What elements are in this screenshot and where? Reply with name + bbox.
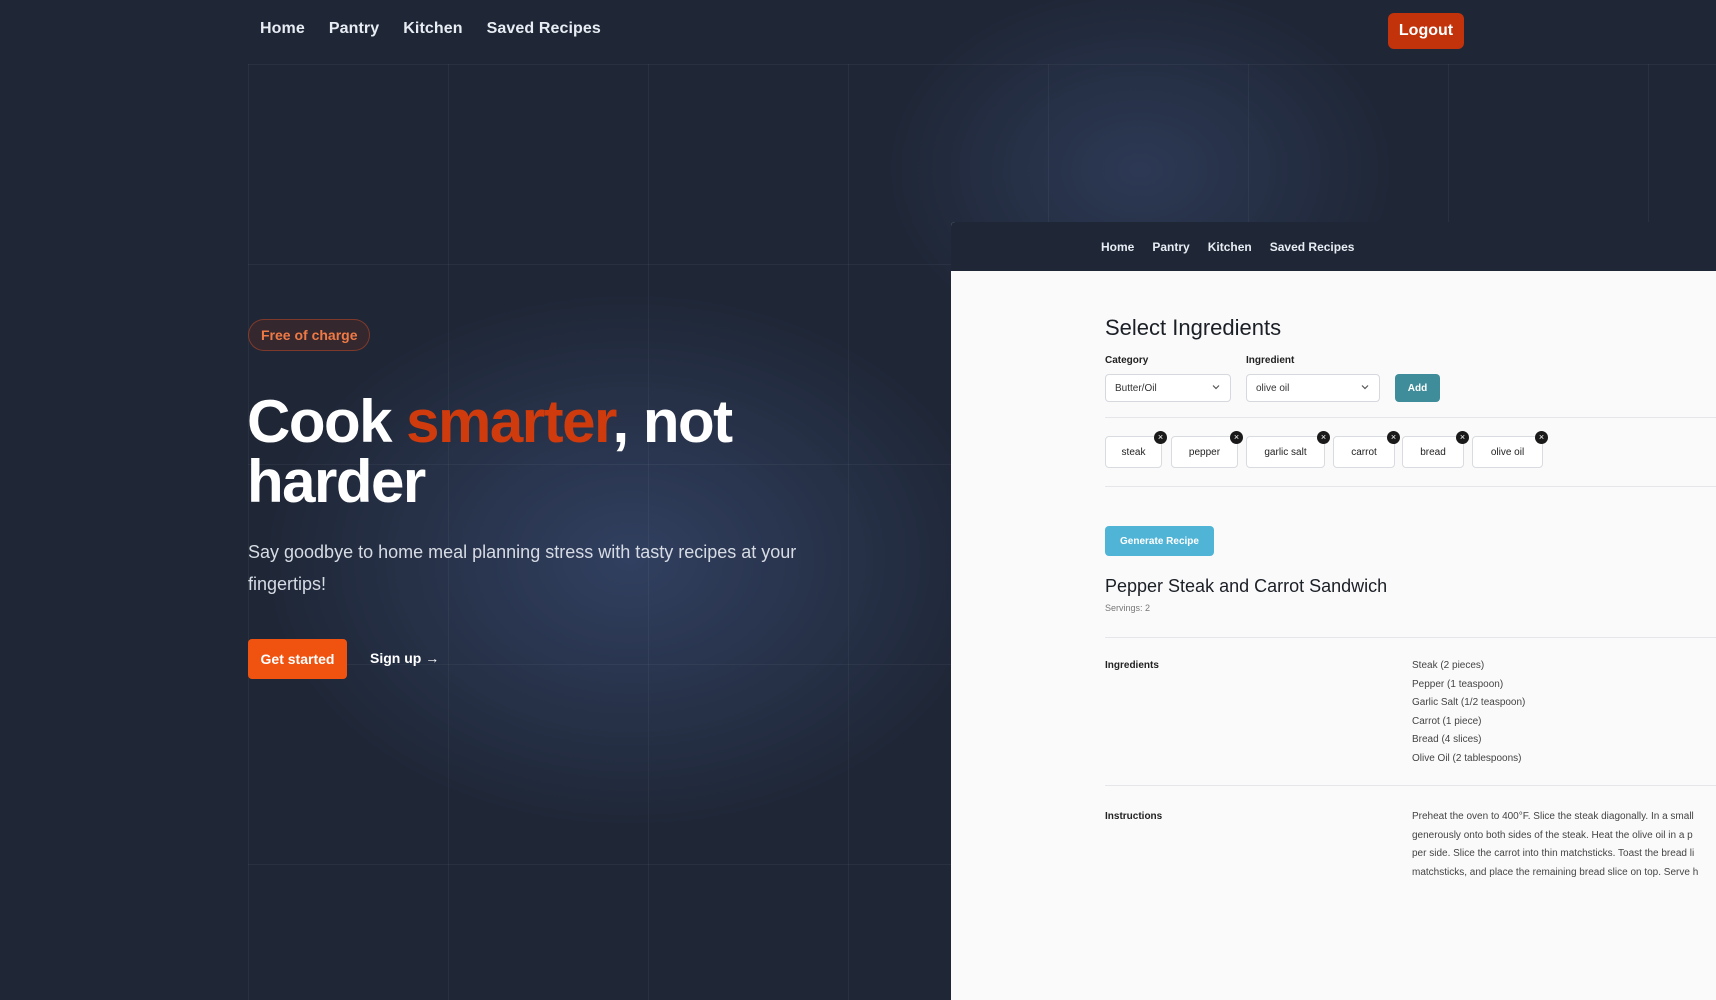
divider — [1105, 785, 1716, 786]
hero-title-part1: Cook — [247, 388, 407, 455]
category-select: Butter/Oil — [1105, 374, 1231, 402]
chip-label: carrot — [1351, 446, 1377, 458]
instructions-label: Instructions — [1105, 811, 1163, 822]
servings-text: Servings: 2 — [1105, 603, 1151, 613]
preview-nav-pantry: Pantry — [1152, 239, 1190, 254]
remove-icon: × — [1535, 431, 1548, 444]
recipe-ingredients-list: Steak (2 pieces) Pepper (1 teaspoon) Gar… — [1412, 657, 1525, 768]
landing-page: Home Pantry Kitchen Saved Recipes Logout… — [0, 0, 1716, 1000]
nav-saved-recipes-link[interactable]: Saved Recipes — [487, 20, 601, 38]
recipe-instructions: Preheat the oven to 400°F. Slice the ste… — [1412, 808, 1716, 882]
add-ingredient-button: Add — [1395, 374, 1440, 402]
nav-kitchen-link[interactable]: Kitchen — [403, 20, 462, 38]
instruction-line: generously onto both sides of the steak.… — [1412, 829, 1693, 841]
chip-label: bread — [1420, 446, 1446, 458]
remove-icon: × — [1317, 431, 1330, 444]
list-item: Olive Oil (2 tablespoons) — [1412, 752, 1522, 764]
preview-nav-saved-recipes: Saved Recipes — [1269, 239, 1355, 254]
recipe-title: Pepper Steak and Carrot Sandwich — [1105, 576, 1388, 596]
ingredients-label: Ingredients — [1105, 660, 1159, 671]
chip-label: olive oil — [1490, 446, 1525, 458]
remove-icon: × — [1456, 431, 1469, 444]
remove-icon: × — [1230, 431, 1243, 444]
hero-title-accent: smarter — [406, 388, 614, 455]
preview-nav-kitchen: Kitchen — [1207, 239, 1252, 254]
app-preview-screenshot: Home Pantry Kitchen Saved Recipes Select… — [951, 222, 1716, 1000]
hero-title: Cook smarter, not harder — [247, 392, 887, 512]
nav-links: Home Pantry Kitchen Saved Recipes — [260, 20, 601, 38]
select-ingredients-heading: Select Ingredients — [1105, 315, 1282, 340]
list-item: Steak (2 pieces) — [1412, 660, 1485, 671]
category-select-value: Butter/Oil — [1115, 382, 1157, 394]
ingredient-chip: steak × — [1105, 431, 1167, 468]
instruction-line: Preheat the oven to 400°F. Slice the ste… — [1412, 811, 1694, 822]
remove-icon: × — [1387, 431, 1400, 444]
ingredient-chip: olive oil × — [1472, 431, 1548, 468]
ingredient-select: olive oil — [1246, 374, 1380, 402]
free-badge: Free of charge — [248, 319, 371, 351]
ingredient-select-value: olive oil — [1256, 382, 1290, 394]
nav-pantry-link[interactable]: Pantry — [329, 20, 379, 38]
chip-label: steak — [1121, 446, 1146, 458]
nav-home-link[interactable]: Home — [260, 20, 305, 38]
category-label: Category — [1105, 355, 1149, 366]
ingredient-chip: bread × — [1402, 431, 1469, 468]
chevron-down-icon — [1212, 385, 1220, 390]
ingredient-chip: garlic salt × — [1246, 431, 1330, 468]
list-item: Garlic Salt (1/2 teaspoon) — [1412, 697, 1526, 708]
get-started-button[interactable]: Get started — [248, 639, 347, 679]
instruction-line: matchsticks, and place the remaining bre… — [1412, 866, 1699, 878]
ingredient-label: Ingredient — [1246, 355, 1295, 366]
list-item: Carrot (1 piece) — [1412, 715, 1482, 727]
logout-button[interactable]: Logout — [1388, 13, 1464, 49]
divider — [1105, 486, 1716, 487]
divider — [1105, 417, 1716, 418]
list-item: Bread (4 slices) — [1412, 734, 1482, 745]
chip-label: pepper — [1188, 446, 1221, 458]
preview-nav-home: Home — [1101, 239, 1135, 254]
ingredient-chip: carrot × — [1333, 431, 1400, 468]
sign-up-link[interactable]: Sign up → — [370, 650, 439, 666]
list-item: Pepper (1 teaspoon) — [1412, 678, 1504, 690]
divider — [1105, 637, 1716, 638]
ingredient-chip: pepper × — [1171, 431, 1243, 468]
chip-label: garlic salt — [1264, 446, 1307, 458]
generate-recipe-button: Generate Recipe — [1105, 526, 1214, 556]
hero-subtitle: Say goodbye to home meal planning stress… — [248, 542, 797, 594]
top-nav: Home Pantry Kitchen Saved Recipes Logout — [0, 0, 1716, 63]
preview-nav: Home Pantry Kitchen Saved Recipes — [951, 222, 1716, 271]
remove-icon: × — [1154, 431, 1167, 444]
instruction-line: per side. Slice the carrot into thin mat… — [1412, 848, 1695, 859]
chevron-down-icon — [1361, 385, 1369, 390]
